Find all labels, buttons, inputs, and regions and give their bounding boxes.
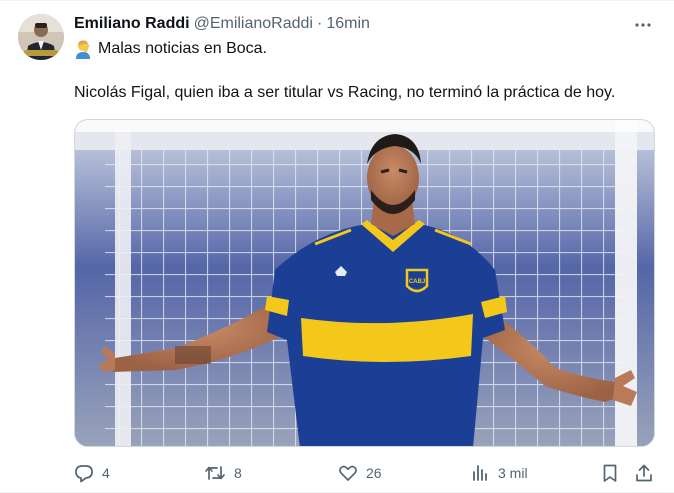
tweet-content: Emiliano Raddi @EmilianoRaddi · 16min Ma… bbox=[74, 13, 656, 104]
retweet-count: 8 bbox=[234, 465, 242, 481]
badge-text: CABJ bbox=[409, 279, 425, 285]
separator-dot: · bbox=[316, 15, 323, 32]
display-name[interactable]: Emiliano Raddi bbox=[74, 13, 190, 35]
share-button[interactable] bbox=[634, 459, 654, 487]
views-bar-chart-icon bbox=[473, 465, 487, 481]
tweet-card[interactable]: Emiliano Raddi @EmilianoRaddi · 16min Ma… bbox=[0, 0, 674, 493]
reply-count: 4 bbox=[102, 465, 110, 481]
retweet-button[interactable]: 8 bbox=[204, 459, 242, 487]
more-options-icon[interactable] bbox=[632, 15, 654, 35]
timestamp[interactable]: 16min bbox=[326, 13, 370, 35]
tweet-media-photo[interactable]: CABJ bbox=[74, 119, 655, 447]
tweet-header: Emiliano Raddi @EmilianoRaddi · 16min bbox=[74, 13, 656, 35]
like-button[interactable]: 26 bbox=[338, 459, 382, 487]
user-handle[interactable]: @EmilianoRaddi bbox=[194, 13, 313, 35]
heart-icon bbox=[339, 465, 357, 481]
share-icon bbox=[636, 464, 652, 482]
reply-button[interactable]: 4 bbox=[74, 459, 110, 487]
bookmark-icon bbox=[603, 464, 617, 482]
tweet-text-line-1: Malas noticias en Boca. bbox=[74, 38, 656, 60]
person-facepalming-emoji-icon bbox=[74, 39, 92, 59]
avatar[interactable] bbox=[18, 14, 64, 60]
bookmark-button[interactable] bbox=[600, 459, 620, 487]
tweet-actions: 4 8 26 3 mil bbox=[74, 459, 656, 487]
avatar-image bbox=[18, 14, 64, 60]
reply-icon bbox=[75, 465, 93, 483]
tweet-text-line-2: Nicolás Figal, quien iba a ser titular v… bbox=[74, 84, 616, 101]
photo-boca-player-icon: CABJ bbox=[75, 120, 654, 446]
views-button[interactable]: 3 mil bbox=[470, 459, 528, 487]
retweet-icon bbox=[205, 466, 225, 480]
like-count: 26 bbox=[366, 465, 382, 481]
tweet-text-1: Malas noticias en Boca. bbox=[98, 40, 267, 57]
views-count: 3 mil bbox=[498, 465, 528, 481]
